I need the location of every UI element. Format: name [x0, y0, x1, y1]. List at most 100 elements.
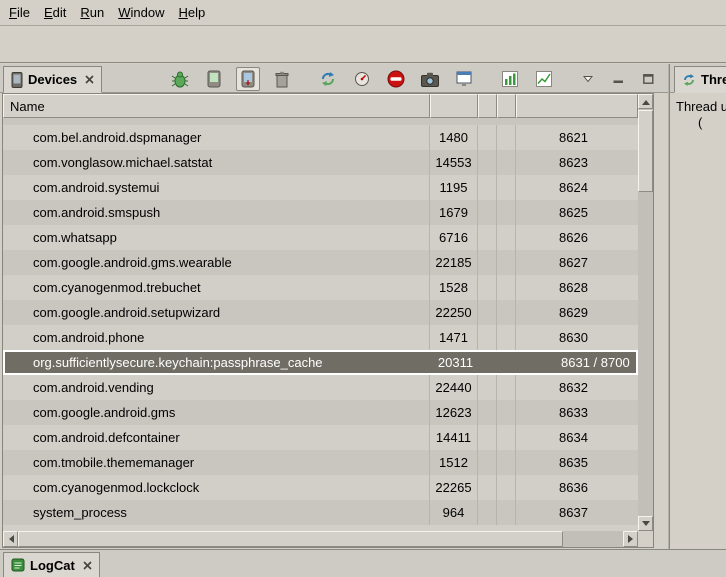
cell-name: com.android.smspush [3, 200, 430, 225]
tab-threads-label: Threa [701, 72, 726, 87]
vertical-scrollbar[interactable] [638, 94, 653, 531]
device-table: Name com.bel.android.dspmanager 1480 862… [2, 93, 654, 548]
cell-pid: 20311 [432, 352, 480, 373]
screen-capture-icon[interactable] [418, 67, 442, 91]
menu-file[interactable]: File [2, 2, 37, 23]
cell-thread-indicator [497, 150, 516, 175]
minimize-icon[interactable] [608, 69, 628, 89]
cell-thread-indicator [497, 125, 516, 150]
ddms-window: FileEditRunWindowHelp Devices [0, 0, 726, 577]
table-row[interactable]: com.android.systemui 1195 8624 [3, 175, 638, 200]
heap-updates-icon[interactable] [498, 67, 522, 91]
threads-message-line1: Thread up [676, 99, 726, 114]
table-row[interactable]: com.android.phone 1471 8630 [3, 325, 638, 350]
cell-thread-indicator [497, 500, 516, 525]
cell-name: com.google.android.gms.wearable [3, 250, 430, 275]
horizontal-scrollbar[interactable] [3, 531, 638, 547]
cell-thread-indicator [497, 225, 516, 250]
table-row[interactable]: com.android.vending 22440 8632 [3, 375, 638, 400]
cell-port: 8632 [516, 375, 638, 400]
scroll-down-button[interactable] [638, 516, 653, 531]
cell-pid: 1471 [430, 325, 478, 350]
cell-port: 8635 [516, 450, 638, 475]
cell-name: com.google.android.gms [3, 400, 430, 425]
table-row[interactable]: com.google.android.gms.wearable 22185 86… [3, 250, 638, 275]
logcat-icon [11, 558, 25, 572]
vertical-scrollbar-thumb[interactable] [638, 110, 653, 192]
main-toolbar [0, 27, 726, 63]
cell-heap-indicator [478, 300, 497, 325]
scrollbar-corner [638, 531, 653, 547]
table-row[interactable]: com.google.android.gms 12623 8633 [3, 400, 638, 425]
table-row[interactable]: com.cyanogenmod.lockclock 22265 8636 [3, 475, 638, 500]
table-row[interactable]: com.whatsapp 6716 8626 [3, 225, 638, 250]
network-stats-icon[interactable] [532, 67, 556, 91]
menu-run[interactable]: Run [73, 2, 111, 23]
scroll-left-button[interactable] [3, 531, 18, 547]
cell-pid: 22250 [430, 300, 478, 325]
table-row[interactable]: com.vonglasow.michael.satstat 14553 8623 [3, 150, 638, 175]
cell-pid: 14411 [430, 425, 478, 450]
method-profiling-icon[interactable] [350, 67, 374, 91]
cell-thread-indicator [497, 300, 516, 325]
column-header-pid[interactable] [430, 94, 478, 118]
table-row[interactable]: com.tmobile.thememanager 1512 8635 [3, 450, 638, 475]
cell-thread-indicator [497, 425, 516, 450]
maximize-icon[interactable] [638, 69, 658, 89]
scroll-up-button[interactable] [638, 94, 653, 109]
close-icon[interactable] [85, 75, 94, 84]
scroll-right-button[interactable] [623, 531, 638, 547]
table-row[interactable]: system_process 964 8637 [3, 500, 638, 525]
cell-thread-indicator [497, 175, 516, 200]
cell-heap-indicator [478, 400, 497, 425]
tab-logcat[interactable]: LogCat [3, 552, 100, 577]
update-heap-icon[interactable] [202, 67, 226, 91]
table-row[interactable]: com.android.defcontainer 14411 8634 [3, 425, 638, 450]
cell-name: com.android.defcontainer [3, 425, 430, 450]
table-row[interactable]: org.sufficientlysecure.keychain:passphra… [3, 350, 638, 375]
tab-devices-label: Devices [28, 72, 77, 87]
device-table-header: Name [3, 94, 638, 118]
cell-pid: 14553 [430, 150, 478, 175]
tab-threads[interactable]: Threa [674, 66, 726, 93]
close-icon[interactable] [83, 561, 92, 570]
cause-gc-icon[interactable] [270, 67, 294, 91]
cell-thread-indicator [497, 375, 516, 400]
stop-process-icon[interactable] [384, 67, 408, 91]
update-threads-icon[interactable] [316, 67, 340, 91]
table-row[interactable]: com.cyanogenmod.trebuchet 1528 8628 [3, 275, 638, 300]
view-menu-icon[interactable] [578, 69, 598, 89]
cell-port: 8628 [516, 275, 638, 300]
table-row[interactable]: com.bel.android.dspmanager 1480 8621 [3, 125, 638, 150]
tab-devices[interactable]: Devices [3, 66, 102, 93]
menu-edit[interactable]: Edit [37, 2, 73, 23]
cell-name: com.tmobile.thememanager [3, 450, 430, 475]
dump-hprof-icon[interactable] [236, 67, 260, 91]
tab-logcat-label: LogCat [30, 558, 75, 573]
cell-thread-indicator [497, 250, 516, 275]
cell-thread-indicator [499, 352, 518, 373]
cell-name: com.cyanogenmod.trebuchet [3, 275, 430, 300]
menu-window[interactable]: Window [111, 2, 171, 23]
cell-port: 8634 [516, 425, 638, 450]
column-header-thread[interactable] [497, 94, 516, 118]
table-row[interactable]: com.google.android.setupwizard 22250 862… [3, 300, 638, 325]
cell-port: 8623 [516, 150, 638, 175]
device-icon [11, 72, 23, 88]
column-header-name[interactable]: Name [3, 94, 430, 118]
system-info-icon[interactable] [452, 67, 476, 91]
column-header-port[interactable] [516, 94, 638, 118]
devices-tabstrip: Devices [0, 64, 668, 93]
debug-process-icon[interactable] [168, 67, 192, 91]
cell-port: 8626 [516, 225, 638, 250]
cell-pid: 964 [430, 500, 478, 525]
menu-help[interactable]: Help [171, 2, 212, 23]
horizontal-scrollbar-thumb[interactable] [18, 531, 563, 547]
cell-pid: 22440 [430, 375, 478, 400]
cell-port: 8629 [516, 300, 638, 325]
column-header-heap[interactable] [478, 94, 497, 118]
cell-heap-indicator [478, 450, 497, 475]
table-row[interactable]: com.android.smspush 1679 8625 [3, 200, 638, 225]
cell-port: 8630 [516, 325, 638, 350]
cell-name: system_process [3, 500, 430, 525]
